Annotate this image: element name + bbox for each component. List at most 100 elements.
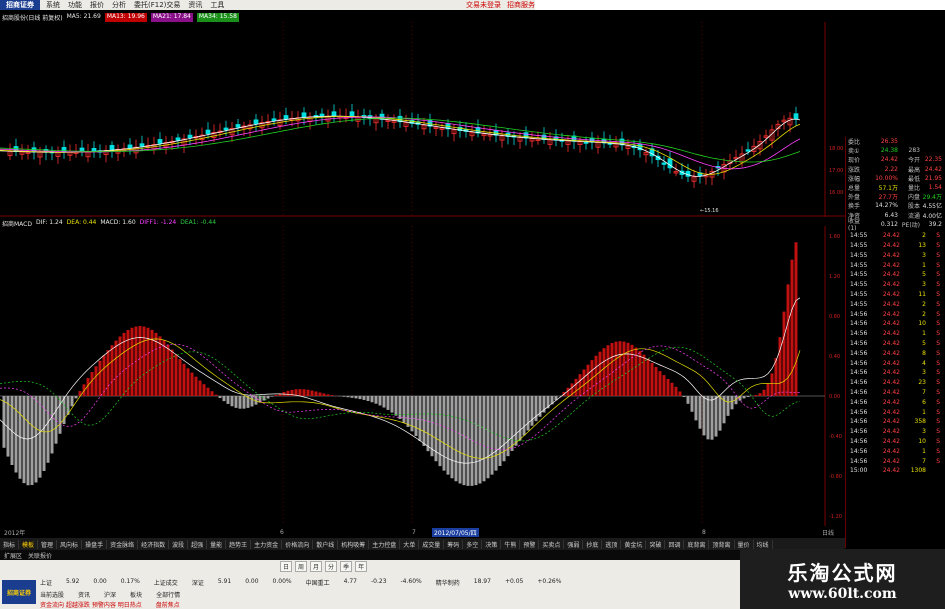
tick-time: 14:55: [850, 271, 868, 279]
quote-row: 总量 57.1万 量比 1.54: [846, 183, 945, 192]
indicator-tab[interactable]: 趋势王: [226, 539, 252, 549]
menu-item[interactable]: 系统: [46, 0, 60, 10]
indicator-tab[interactable]: 价格流向: [282, 539, 314, 549]
tick-side: S: [936, 379, 940, 387]
indicator-tab[interactable]: 经济指数: [138, 539, 170, 549]
indicator-tab[interactable]: 量价: [735, 539, 754, 549]
status-tab[interactable]: 当前选股: [40, 590, 64, 599]
main-menu: 系统 功能 报价 分析 委托(F12)交易 资讯 工具: [40, 0, 224, 10]
menu-item[interactable]: 报价: [90, 0, 104, 10]
tick-list[interactable]: 14:55 24.42 2 S 14:55 24.42 13 S 14:55 24.42 3 S 14:…: [846, 231, 945, 476]
tick-side: S: [936, 428, 940, 436]
indicator-tab[interactable]: 主力控盘: [369, 539, 401, 549]
indicator-tab[interactable]: 指标: [0, 539, 20, 549]
quote-label: 今开: [907, 157, 920, 165]
menu-item[interactable]: 分析: [112, 0, 126, 10]
period-button[interactable]: 季: [340, 560, 353, 572]
indicator-tab[interactable]: 牛熊: [501, 539, 521, 549]
ma-value: 招商股份(日线 前复权): [2, 15, 63, 22]
candle-body: [745, 149, 751, 152]
menu-item[interactable]: 委托(F12)交易: [134, 0, 180, 10]
tick-price: 24.42: [882, 457, 900, 465]
status-tab[interactable]: 沪深: [104, 590, 116, 599]
indicator-tab[interactable]: 底背离: [684, 539, 710, 549]
menu-item[interactable]: 工具: [210, 0, 224, 10]
sub-tab[interactable]: 扩展区: [4, 551, 22, 560]
indicator-tab[interactable]: 散户线: [313, 539, 339, 549]
indicator-tab[interactable]: 强弱: [564, 539, 584, 549]
indicator-tab[interactable]: 均线: [754, 539, 773, 549]
indicator-tab[interactable]: 决策: [482, 539, 502, 549]
indicator-tab[interactable]: 波段: [169, 539, 189, 549]
tick-time: 14:55: [850, 242, 868, 250]
candle-body: [187, 134, 193, 139]
candlestick-chart[interactable]: 18.00 17.00 16.00 ←15.16: [0, 22, 845, 217]
indicator-tab[interactable]: 机构吸筹: [338, 539, 370, 549]
news-item[interactable]: 资金流向 超越涨跌 预警内容 明日热点: [40, 600, 142, 609]
quote-label: 量比: [907, 185, 920, 193]
period-button[interactable]: 周: [295, 560, 308, 572]
indicator-tab[interactable]: 顶背离: [709, 539, 735, 549]
tick-time: 14:55: [850, 232, 868, 240]
indicator-tab[interactable]: 筹码: [444, 539, 464, 549]
tick-row: 14:56 24.42 3 S: [846, 368, 945, 378]
indicator-tab[interactable]: 主力资金: [251, 539, 283, 549]
period-label[interactable]: 日线: [822, 528, 834, 537]
tick-side: S: [936, 271, 940, 279]
quote-value: 24.42: [924, 165, 942, 173]
menu-item[interactable]: 功能: [68, 0, 82, 10]
menu-right-link[interactable]: 交易未登录: [466, 0, 501, 10]
tick-row: 14:56 24.42 10 S: [846, 319, 945, 329]
period-button[interactable]: 分: [325, 560, 338, 572]
period-button[interactable]: 年: [355, 560, 368, 572]
tick-time: 14:56: [850, 310, 868, 318]
indicator-tab[interactable]: 资金脉络: [107, 539, 139, 549]
tick-volume: 358: [914, 418, 926, 426]
status-bar: 招商证券 上证 5.92 0.00 0.17% 上证成交 深证 5.91 0.00 0.00% 中…: [0, 572, 740, 609]
status-tab[interactable]: 板块: [130, 590, 142, 599]
indicator-tab[interactable]: 超强: [188, 539, 208, 549]
indicator-tab[interactable]: 大单: [400, 539, 420, 549]
indicator-tab[interactable]: 预警: [520, 539, 540, 549]
menu-item[interactable]: 资讯: [188, 0, 202, 10]
tick-row: 14:56 24.42 8 S: [846, 348, 945, 358]
macd-chart[interactable]: 1.60 1.20 0.80 0.40 0.00 -0.40 -0.80 -1.20: [0, 226, 845, 526]
ticker-item: 4.77: [343, 578, 357, 585]
indicator-tab[interactable]: 风向标: [57, 539, 83, 549]
indicator-tab[interactable]: 回调: [665, 539, 685, 549]
watermark-title: 乐淘公式网: [787, 560, 898, 585]
status-tab[interactable]: 全部行情: [156, 590, 180, 599]
indicator-tab[interactable]: 突破: [646, 539, 666, 549]
indicator-tab[interactable]: 抄底: [583, 539, 603, 549]
quote-row: 卖① 24.38 283: [846, 146, 945, 155]
period-button[interactable]: 日: [280, 560, 293, 572]
sub-tab[interactable]: 关联报价: [28, 551, 52, 560]
candle-body: [139, 143, 145, 147]
period-button[interactable]: 月: [310, 560, 323, 572]
indicator-tab[interactable]: 逃顶: [602, 539, 622, 549]
status-tab[interactable]: 资讯: [78, 590, 90, 599]
tick-row: 14:56 24.42 1 S: [846, 329, 945, 339]
indicator-tab[interactable]: 模板: [19, 539, 39, 549]
tick-price: 24.42: [882, 418, 900, 426]
ticker-item: 精华制药: [435, 580, 460, 587]
quote-value: 24.42: [880, 156, 898, 164]
candle-body: [127, 144, 133, 149]
indicator-tab[interactable]: 多空: [463, 539, 483, 549]
menu-right-link[interactable]: 招商服务: [507, 0, 535, 10]
news-ticker[interactable]: 资金流向 超越涨跌 预警内容 明日热点 盘前焦点: [40, 600, 180, 609]
tick-volume: 5: [922, 271, 926, 279]
candle-body: [793, 113, 799, 120]
macd-tick-label: 0.00: [829, 394, 840, 400]
indicator-tab[interactable]: 黄金坑: [621, 539, 647, 549]
quote-label: 流通: [907, 212, 920, 220]
news-item[interactable]: 盘前焦点: [156, 600, 180, 609]
indicator-tab[interactable]: 管理: [38, 539, 58, 549]
tick-volume: 10: [918, 438, 926, 445]
quote-label: 委比: [848, 139, 861, 147]
indicator-tab[interactable]: 买卖点: [539, 539, 565, 549]
indicator-tab[interactable]: 量能: [207, 539, 227, 549]
indicator-tab[interactable]: 操盘手: [82, 539, 108, 549]
tick-row: 14:56 24.42 358 S: [846, 417, 945, 427]
indicator-tab[interactable]: 成交量: [419, 539, 445, 549]
